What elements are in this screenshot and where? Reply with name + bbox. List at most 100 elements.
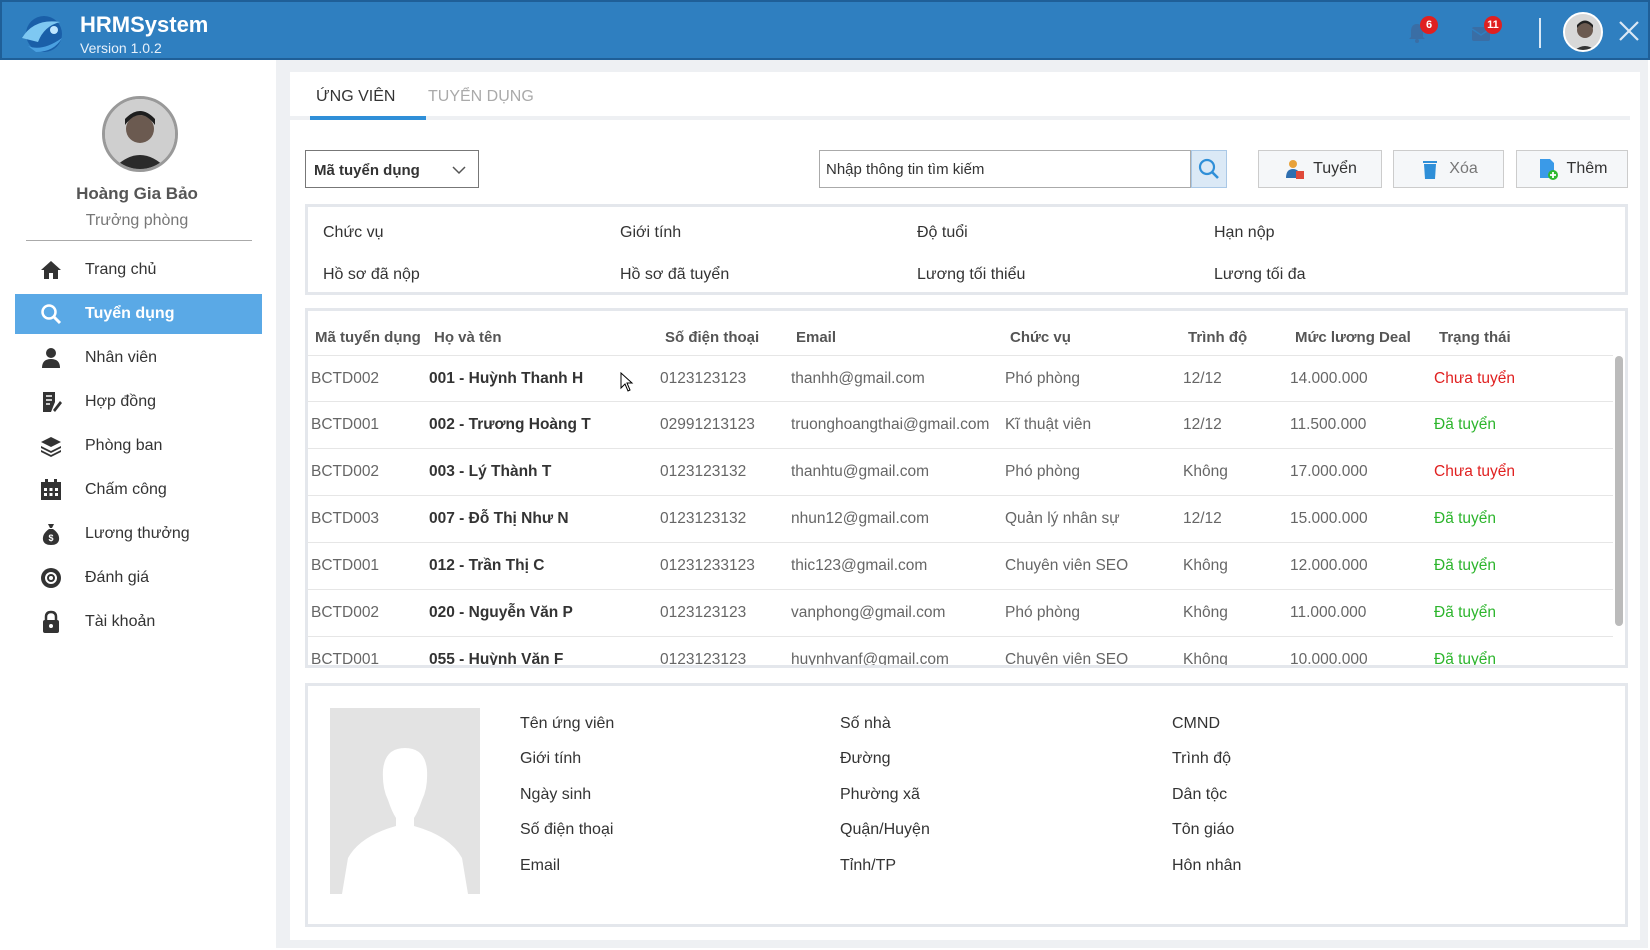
table-row[interactable]: BCTD001 002 - Trương Hoàng T 02991213123… bbox=[308, 402, 1613, 449]
column-header[interactable]: Họ và tên bbox=[434, 329, 502, 346]
cell-ho-ten: 002 - Trương Hoàng T bbox=[429, 416, 591, 433]
cell-trang-thai: Đã tuyển bbox=[1434, 416, 1497, 433]
tab-ung-vien[interactable]: ỨNG VIÊN bbox=[316, 88, 395, 106]
detail-label: Tỉnh/TP bbox=[840, 857, 897, 874]
svg-text:$: $ bbox=[48, 533, 53, 543]
detail-label: Email bbox=[520, 857, 561, 874]
search-icon bbox=[1198, 158, 1219, 179]
sidebar-item-label: Chấm công bbox=[85, 481, 167, 498]
table-row[interactable]: BCTD002 020 - Nguyễn Văn P 0123123123 va… bbox=[308, 590, 1613, 637]
filter-luong-toi-thieu[interactable]: Lương tối thiểu bbox=[917, 266, 1025, 284]
sidebar-item-tai-khoan[interactable]: Tài khoản bbox=[15, 602, 262, 642]
table-row[interactable]: BCTD001 055 - Huỳnh Văn F 0123123123 huy… bbox=[308, 637, 1613, 668]
detail-label: Số nhà bbox=[840, 715, 891, 732]
table-row[interactable]: BCTD001 012 - Trần Thị C 01231233123 thi… bbox=[308, 543, 1613, 590]
filter-chuc-vu[interactable]: Chức vụ bbox=[323, 224, 384, 242]
mouse-cursor-icon bbox=[620, 372, 634, 392]
candidates-table: Mã tuyển dụng Họ và tên Số điện thoại Em… bbox=[305, 308, 1628, 668]
detail-label: Tên ứng viên bbox=[520, 715, 615, 732]
cell-email: vanphong@gmail.com bbox=[791, 604, 946, 621]
filter-ho-so-da-tuyen[interactable]: Hồ sơ đã tuyển bbox=[620, 266, 729, 284]
sidebar-item-phong-ban[interactable]: Phòng ban bbox=[15, 426, 262, 466]
cell-so-dien-thoai: 0123123123 bbox=[660, 370, 747, 387]
sidebar-item-cham-cong[interactable]: Chấm công bbox=[15, 470, 262, 510]
column-header[interactable]: Mức lương Deal bbox=[1295, 329, 1411, 346]
notification-button[interactable]: 6 bbox=[1404, 16, 1438, 46]
search-button[interactable] bbox=[1191, 150, 1227, 188]
tab-bar: ỨNG VIÊN TUYỂN DỤNG bbox=[290, 72, 1630, 120]
active-tab-indicator bbox=[310, 116, 426, 120]
column-header[interactable]: Mã tuyển dụng bbox=[315, 329, 421, 346]
recruit-button[interactable]: Tuyển bbox=[1258, 150, 1382, 188]
delete-button[interactable]: Xóa bbox=[1393, 150, 1504, 188]
cell-trinh-do: Không bbox=[1183, 557, 1228, 574]
cell-trinh-do: 12/12 bbox=[1183, 370, 1222, 387]
sidebar-nav: Trang chủ Tuyển dụng Nhân viên Hợp đồng … bbox=[15, 250, 262, 646]
detail-label: Giới tính bbox=[520, 750, 582, 767]
app-version: Version 1.0.2 bbox=[80, 40, 162, 56]
filter-field-select[interactable]: Mã tuyển dụng bbox=[305, 150, 479, 188]
cell-trinh-do: Không bbox=[1183, 463, 1228, 480]
column-header[interactable]: Email bbox=[796, 329, 836, 346]
person-silhouette-icon bbox=[330, 708, 480, 894]
sidebar-item-luong-thuong[interactable]: $ Lương thưởng bbox=[15, 514, 262, 554]
money-bag-icon: $ bbox=[42, 524, 60, 545]
profile-divider bbox=[26, 240, 252, 241]
table-scrollbar[interactable] bbox=[1615, 356, 1623, 626]
cell-muc-luong: 15.000.000 bbox=[1290, 510, 1368, 527]
cell-ma-tuyen-dung: BCTD002 bbox=[311, 604, 380, 621]
detail-label: Dân tộc bbox=[1172, 786, 1228, 803]
cell-chuc-vu: Phó phòng bbox=[1005, 370, 1080, 387]
header-divider bbox=[1539, 18, 1541, 48]
filter-luong-toi-da[interactable]: Lương tối đa bbox=[1214, 266, 1305, 284]
messages-button[interactable]: 11 bbox=[1468, 16, 1502, 46]
sidebar-item-trang-chu[interactable]: Trang chủ bbox=[15, 250, 262, 290]
cell-muc-luong: 10.000.000 bbox=[1290, 651, 1368, 668]
cell-muc-luong: 11.500.000 bbox=[1290, 416, 1367, 433]
sidebar-item-hop-dong[interactable]: Hợp đồng bbox=[15, 382, 262, 422]
filter-do-tuoi[interactable]: Độ tuổi bbox=[917, 224, 968, 242]
cell-trang-thai: Đã tuyển bbox=[1434, 604, 1497, 621]
detail-label: Ngày sinh bbox=[520, 786, 592, 803]
badge-icon bbox=[41, 568, 61, 588]
cell-email: thic123@gmail.com bbox=[791, 557, 928, 574]
cell-ho-ten: 012 - Trần Thị C bbox=[429, 557, 545, 574]
title-bar: HRMSystem Version 1.0.2 6 11 bbox=[0, 0, 1650, 60]
filter-gioi-tinh[interactable]: Giới tính bbox=[620, 224, 681, 242]
table-row[interactable]: BCTD002 003 - Lý Thành T 0123123132 than… bbox=[308, 449, 1613, 496]
cell-ma-tuyen-dung: BCTD002 bbox=[311, 463, 380, 480]
cell-muc-luong: 17.000.000 bbox=[1290, 463, 1368, 480]
layers-icon bbox=[41, 437, 61, 457]
search-input[interactable] bbox=[819, 150, 1191, 188]
main-area: ỨNG VIÊN TUYỂN DỤNG Mã tuyển dụng Tuyển … bbox=[276, 60, 1648, 948]
sidebar-item-nhan-vien[interactable]: Nhân viên bbox=[15, 338, 262, 378]
filter-han-nop[interactable]: Hạn nộp bbox=[1214, 224, 1275, 242]
filter-panel: Chức vụ Giới tính Độ tuổi Hạn nộp Hồ sơ … bbox=[305, 204, 1628, 295]
column-header[interactable]: Số điện thoại bbox=[665, 329, 759, 346]
cell-muc-luong: 11.000.000 bbox=[1290, 604, 1367, 621]
cell-email: nhun12@gmail.com bbox=[791, 510, 930, 527]
sidebar-item-tuyen-dung[interactable]: Tuyển dụng bbox=[15, 294, 262, 334]
tab-tuyen-dung[interactable]: TUYỂN DỤNG bbox=[428, 88, 534, 106]
filter-ho-so-da-nop[interactable]: Hồ sơ đã nộp bbox=[323, 266, 420, 284]
avatar[interactable] bbox=[1563, 12, 1603, 52]
cell-ma-tuyen-dung: BCTD001 bbox=[311, 557, 380, 574]
table-row[interactable]: BCTD002 001 - Huỳnh Thanh H 0123123123 t… bbox=[308, 355, 1613, 402]
close-icon[interactable] bbox=[1614, 16, 1644, 46]
user-icon bbox=[42, 348, 60, 368]
sidebar-item-label: Lương thưởng bbox=[85, 525, 190, 542]
sidebar-item-danh-gia[interactable]: Đánh giá bbox=[15, 558, 262, 598]
column-header[interactable]: Trình độ bbox=[1188, 329, 1247, 346]
column-header[interactable]: Trạng thái bbox=[1439, 329, 1511, 346]
cell-trang-thai: Đã tuyển bbox=[1434, 651, 1497, 668]
profile-name: Hoàng Gia Bảo bbox=[76, 184, 198, 203]
column-header[interactable]: Chức vụ bbox=[1010, 329, 1071, 346]
cell-trang-thai: Chưa tuyển bbox=[1434, 463, 1516, 480]
cell-so-dien-thoai: 0123123123 bbox=[660, 651, 747, 668]
table-row[interactable]: BCTD003 007 - Đỗ Thị Như N 0123123132 nh… bbox=[308, 496, 1613, 543]
recruit-label: Tuyển bbox=[1313, 160, 1357, 177]
content-panel: ỨNG VIÊN TUYỂN DỤNG Mã tuyển dụng Tuyển … bbox=[290, 72, 1640, 940]
sidebar-item-label: Hợp đồng bbox=[85, 393, 156, 410]
cell-ma-tuyen-dung: BCTD001 bbox=[311, 651, 380, 668]
add-button[interactable]: Thêm bbox=[1516, 150, 1628, 188]
